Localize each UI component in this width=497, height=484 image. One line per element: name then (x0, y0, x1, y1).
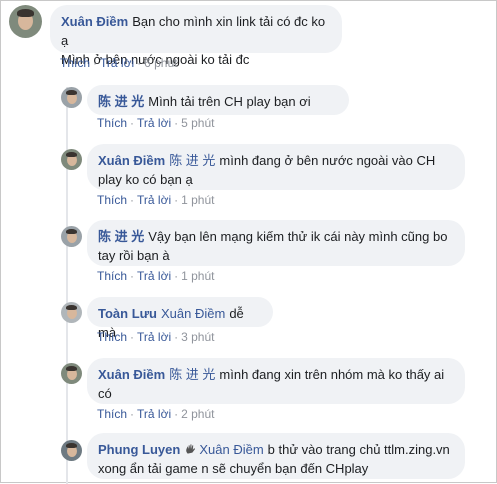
comment-text: Mình tải trên CH play bạn ơi (148, 94, 311, 109)
comment-actions: Thích · Trả lời · 1 phút (97, 269, 215, 283)
timestamp[interactable]: 1 phút (181, 269, 214, 283)
mention-link[interactable]: Xuân Điềm (199, 442, 263, 457)
comment-text-line2: xong ẩn tải game n sẽ chuyển bạn đến CHp… (98, 461, 369, 476)
reply-link[interactable]: Trả lời (137, 193, 171, 207)
comment-bubble: Xuân Điềm 陈 进 光 mình đang ở bên nước ngoài… (87, 144, 465, 190)
avatar[interactable] (9, 5, 42, 38)
comment-author[interactable]: Xuân Điềm (98, 367, 165, 382)
like-link[interactable]: Thích (97, 269, 127, 283)
comment-text-line2: play ko có bạn ạ (98, 172, 193, 187)
comment-actions: Thích · Trả lời · 2 phút (97, 407, 215, 421)
comment-author[interactable]: 陈 进 光 (98, 94, 144, 109)
comment-text: mình đang xin trên nhóm mà ko thấy ai (219, 367, 445, 382)
comment-bubble: Xuân Điềm Bạn cho mình xin link tải có đc… (50, 5, 342, 67)
mention-link[interactable]: 陈 进 光 (169, 367, 215, 382)
avatar[interactable] (61, 440, 82, 461)
avatar[interactable] (61, 302, 82, 323)
reply-thread-line (66, 87, 68, 484)
avatar[interactable] (61, 363, 82, 384)
comment-text: Vậy bạn lên mạng kiếm thử ik cái này mìn… (148, 229, 448, 244)
comment-author[interactable]: Toàn Lưu (98, 306, 157, 321)
comment-bubble: Xuân Điềm 陈 进 光 mình đang xin trên nhóm mà… (87, 358, 465, 404)
timestamp[interactable]: 2 phút (181, 407, 214, 421)
comment-actions: Thích · Trả lời · 5 phút (97, 116, 215, 130)
reply-link[interactable]: Trả lời (100, 56, 134, 70)
waving-hand-icon (186, 444, 196, 454)
comment-text-line2: có (98, 386, 112, 401)
reply-link[interactable]: Trả lời (137, 407, 171, 421)
timestamp[interactable]: 6 phút (144, 56, 177, 70)
avatar[interactable] (61, 149, 82, 170)
like-link[interactable]: Thích (97, 407, 127, 421)
like-link[interactable]: Thích (60, 56, 90, 70)
timestamp[interactable]: 3 phút (181, 330, 214, 344)
like-link[interactable]: Thích (97, 116, 127, 130)
comment-actions: Thích · Trả lời · 6 phút (60, 56, 178, 70)
comment-actions: Thích · Trả lời · 3 phút (97, 330, 215, 344)
like-link[interactable]: Thích (97, 193, 127, 207)
avatar[interactable] (61, 87, 82, 108)
comment-actions: Thích · Trả lời · 1 phút (97, 193, 215, 207)
comment-author[interactable]: Xuân Điềm (98, 153, 165, 168)
comment-author[interactable]: Xuân Điềm (61, 14, 128, 29)
timestamp[interactable]: 1 phút (181, 193, 214, 207)
comment-text: b thử vào trang chủ ttlm.zing.vn (267, 442, 450, 457)
reply-link[interactable]: Trả lời (137, 330, 171, 344)
comment-bubble: 陈 进 光 Mình tải trên CH play bạn ơi (87, 85, 349, 115)
comment-bubble: Phung Luyen Xuân Điềm b thử vào trang chủ … (87, 433, 465, 479)
reply-link[interactable]: Trả lời (137, 116, 171, 130)
mention-link[interactable]: Xuân Điềm (161, 306, 225, 321)
comment-text: mình đang ở bên nước ngoài vào CH (219, 153, 436, 168)
mention-link[interactable]: 陈 进 光 (169, 153, 215, 168)
comment-author[interactable]: 陈 进 光 (98, 229, 144, 244)
comment-bubble: Toàn Lưu Xuân Điềm dễ mà (87, 297, 273, 340)
like-link[interactable]: Thích (97, 330, 127, 344)
comment-author[interactable]: Phung Luyen (98, 442, 180, 457)
avatar[interactable] (61, 226, 82, 247)
comment-bubble: 陈 进 光 Vậy bạn lên mạng kiếm thử ik cái nà… (87, 220, 465, 266)
timestamp[interactable]: 5 phút (181, 116, 214, 130)
reply-link[interactable]: Trả lời (137, 269, 171, 283)
comment-text-line2: tay rồi bạn à (98, 248, 170, 263)
